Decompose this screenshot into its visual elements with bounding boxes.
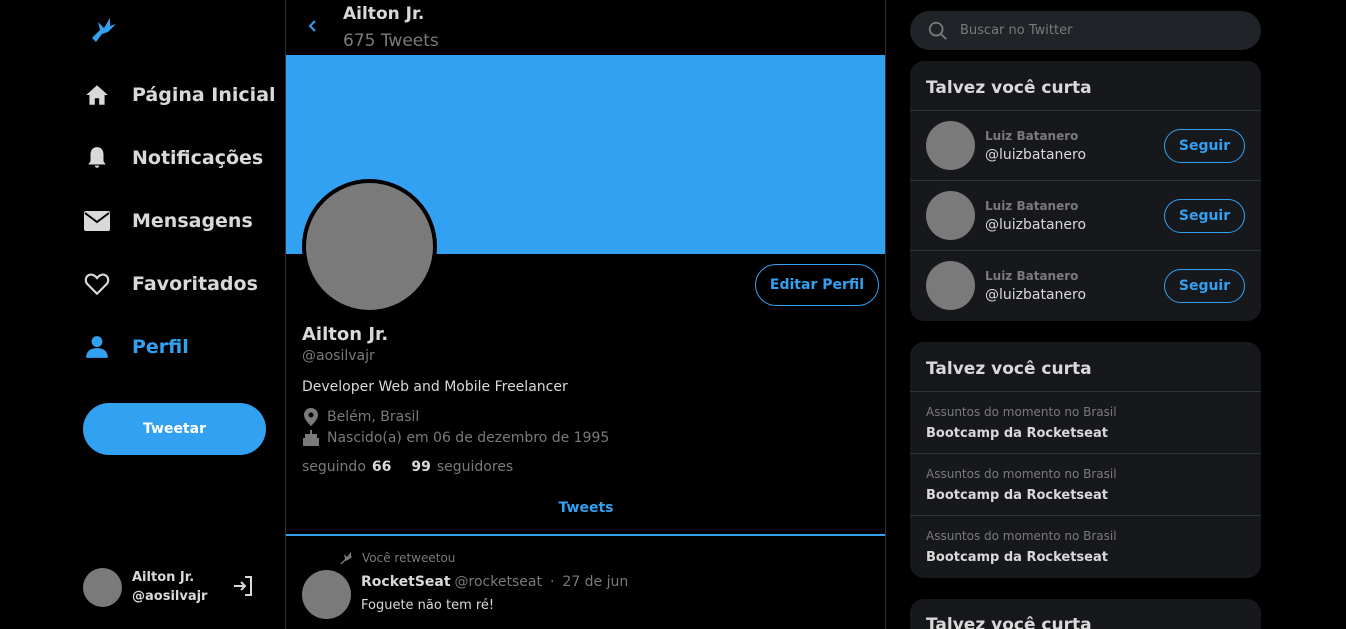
follow-button[interactable]: Seguir <box>1164 269 1245 303</box>
avatar <box>926 261 975 310</box>
retweet-indicator: Você retweetou <box>338 550 455 566</box>
heart-icon <box>82 269 112 299</box>
suggestion-name: Luiz Batanero <box>985 269 1079 283</box>
trend-topic: Bootcamp da Rocketseat <box>926 488 1108 503</box>
tab-tweets[interactable]: Tweets <box>286 500 885 516</box>
suggestion-handle: @luizbatanero <box>985 147 1087 163</box>
tweet-username[interactable]: @rocketseat <box>455 574 542 590</box>
header-tweet-count: 675 Tweets <box>343 31 439 51</box>
card-title: Talvez você curta <box>910 342 1261 392</box>
follow-stats: seguindo 66 99 seguidores <box>302 459 513 475</box>
profile-header-bar: Ailton Jr. 675 Tweets <box>286 0 885 54</box>
nav-item-profile[interactable]: Perfil <box>82 327 189 367</box>
suggestion-name: Luiz Batanero <box>985 129 1079 143</box>
search-bar[interactable] <box>910 11 1261 50</box>
profile-tabs: Tweets <box>286 490 885 536</box>
account-name: Ailton Jr. <box>132 570 195 585</box>
nav-item-favorites[interactable]: Favoritados <box>82 264 258 304</box>
suggestion-handle: @luizbatanero <box>985 287 1087 303</box>
trend-topic: Bootcamp da Rocketseat <box>926 426 1108 441</box>
trend-item[interactable]: Assuntos do momento no Brasil Bootcamp d… <box>910 392 1261 454</box>
nav-label-profile: Perfil <box>132 336 189 358</box>
trend-item[interactable]: Assuntos do momento no Brasil Bootcamp d… <box>910 454 1261 516</box>
profile-name: Ailton Jr. <box>302 324 389 345</box>
home-icon <box>82 80 112 110</box>
account-handle: @aosilvajr <box>132 589 208 604</box>
account-switcher[interactable]: Ailton Jr. @aosilvajr <box>83 566 263 608</box>
avatar <box>926 121 975 170</box>
profile-column: Ailton Jr. 675 Tweets Editar Perfil Ailt… <box>285 0 886 629</box>
retweet-icon <box>338 550 354 566</box>
bell-icon <box>82 143 112 173</box>
trend-item[interactable]: Assuntos do momento no Brasil Bootcamp d… <box>910 516 1261 578</box>
who-to-follow-card: Talvez você curta Luiz Batanero @luizbat… <box>910 61 1261 321</box>
location-pin-icon <box>302 408 320 426</box>
avatar <box>926 191 975 240</box>
tweet-text: Foguete não tem ré! <box>361 598 495 613</box>
follow-suggestion[interactable]: Luiz Batanero @luizbatanero Seguir <box>910 251 1261 321</box>
card-title: Talvez você curta <box>926 615 1092 629</box>
profile-location: Belém, Brasil <box>302 408 419 426</box>
sidebar-nav: Página Inicial Notificações Mensagens Fa… <box>0 0 285 629</box>
trend-context: Assuntos do momento no Brasil <box>926 405 1117 419</box>
follow-button[interactable]: Seguir <box>1164 129 1245 163</box>
birthday-cake-icon <box>302 429 320 447</box>
tweet-button[interactable]: Tweetar <box>83 403 266 455</box>
retweet-label: Você retweetou <box>362 551 456 565</box>
following-count[interactable]: 66 <box>372 459 391 475</box>
nav-item-home[interactable]: Página Inicial <box>82 75 276 115</box>
follow-suggestion[interactable]: Luiz Batanero @luizbatanero Seguir <box>910 181 1261 251</box>
tweet-date[interactable]: 27 de jun <box>562 574 628 590</box>
trend-context: Assuntos do momento no Brasil <box>926 529 1117 543</box>
trend-topic: Bootcamp da Rocketseat <box>926 550 1108 565</box>
search-input[interactable] <box>960 23 1230 38</box>
nav-label-favorites: Favoritados <box>132 273 258 295</box>
search-icon <box>928 21 947 40</box>
follow-suggestion[interactable]: Luiz Batanero @luizbatanero Seguir <box>910 111 1261 181</box>
profile-bio: Developer Web and Mobile Freelancer <box>302 379 568 395</box>
profile-handle: @aosilvajr <box>302 348 375 364</box>
nav-label-home: Página Inicial <box>132 84 276 106</box>
location-text: Belém, Brasil <box>327 409 420 425</box>
profile-birthdate: Nascido(a) em 06 de dezembro de 1995 <box>302 429 609 447</box>
nav-item-messages[interactable]: Mensagens <box>82 201 253 241</box>
suggestion-name: Luiz Batanero <box>985 199 1079 213</box>
bird-logo-icon[interactable] <box>88 14 120 46</box>
card-title: Talvez você curta <box>910 61 1261 111</box>
followers-label: seguidores <box>436 459 514 475</box>
header-name: Ailton Jr. <box>343 4 425 24</box>
logout-icon[interactable] <box>231 574 255 598</box>
tweet-avatar[interactable] <box>302 570 351 619</box>
trends-card: Talvez você curta Assuntos do momento no… <box>910 342 1261 578</box>
person-icon <box>82 332 112 362</box>
follow-button[interactable]: Seguir <box>1164 199 1245 233</box>
nav-label-notifications: Notificações <box>132 147 264 169</box>
more-card: Talvez você curta <box>910 599 1261 629</box>
trend-context: Assuntos do momento no Brasil <box>926 467 1117 481</box>
envelope-icon <box>82 206 112 236</box>
profile-avatar[interactable] <box>302 179 437 314</box>
tweet-separator: · <box>549 574 555 590</box>
following-label: seguindo <box>302 459 366 475</box>
suggestion-handle: @luizbatanero <box>985 217 1087 233</box>
edit-profile-button[interactable]: Editar Perfil <box>755 264 879 306</box>
tweet-author[interactable]: RocketSeat <box>361 574 451 590</box>
birthdate-text: Nascido(a) em 06 de dezembro de 1995 <box>327 430 610 446</box>
avatar <box>83 567 122 607</box>
nav-label-messages: Mensagens <box>132 210 253 232</box>
back-arrow-icon[interactable] <box>301 14 325 38</box>
tweet-item[interactable]: Você retweetou RocketSeat @rocketseat · … <box>286 540 885 629</box>
nav-item-notifications[interactable]: Notificações <box>82 138 263 178</box>
tweet-header: RocketSeat @rocketseat · 27 de jun <box>361 574 628 590</box>
followers-count[interactable]: 99 <box>411 459 430 475</box>
